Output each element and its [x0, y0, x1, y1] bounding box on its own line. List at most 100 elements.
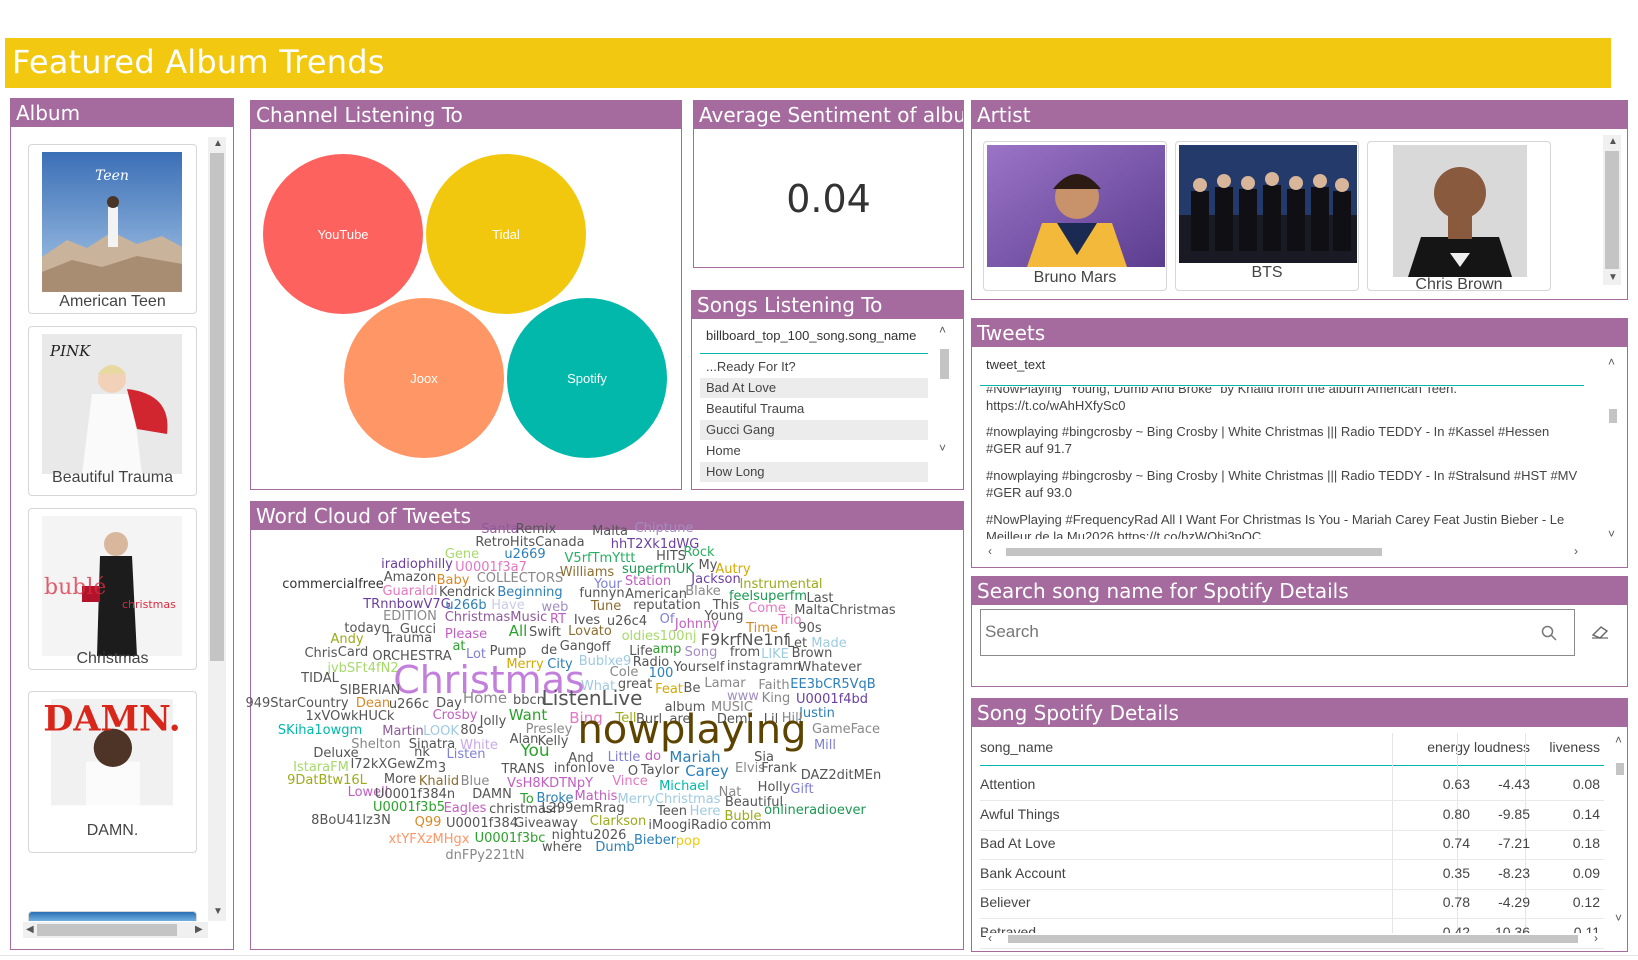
scrollbar-thumb[interactable] [210, 153, 224, 661]
column-header-liveness[interactable]: liveness [1534, 739, 1600, 755]
scroll-right-icon[interactable]: ▶ [195, 925, 203, 935]
table-cell-loudness[interactable]: -7.21 [1464, 835, 1530, 851]
scrollbar-thumb[interactable] [940, 349, 949, 379]
album-card-beautiful-trauma[interactable]: PINK Beautiful Trauma [28, 326, 197, 496]
artist-panel: Artist Bruno Mars BTS Chris Brown ▲ ▼ [971, 100, 1628, 300]
scroll-left-icon[interactable]: ‹ [988, 932, 992, 944]
album-card-next[interactable] [28, 911, 197, 921]
scroll-right-icon[interactable]: › [1574, 545, 1578, 557]
scrollbar-thumb[interactable] [1605, 151, 1619, 269]
row-divider [980, 888, 1604, 890]
wordcloud-panel: Word Cloud of Tweets [250, 501, 964, 950]
scroll-down-icon[interactable]: ▼ [1608, 273, 1618, 283]
scroll-down-icon[interactable]: ▼ [213, 907, 223, 917]
song-list-item[interactable]: Home [700, 441, 928, 461]
tweets-list: #NowPlaying "Young, Dumb And Broke" by K… [972, 387, 1592, 539]
svg-text:Teen: Teen [95, 168, 129, 184]
artist-card-bts[interactable]: BTS [1175, 141, 1359, 291]
songs-vertical-scrollbar[interactable]: ˄ ˅ [937, 324, 951, 461]
artist-card-chris-brown[interactable]: Chris Brown [1367, 141, 1551, 293]
search-icon[interactable] [1541, 625, 1557, 641]
tweets-vertical-scrollbar[interactable]: ˄ ˅ [1605, 353, 1621, 543]
details-vertical-scrollbar[interactable]: ˄ ˅ [1613, 733, 1627, 928]
songs-panel: Songs Listening To billboard_top_100_son… [691, 290, 964, 490]
tweets-header-underline [980, 385, 1584, 386]
artist-vertical-scrollbar[interactable]: ▲ ▼ [1603, 135, 1621, 285]
scrollbar-thumb[interactable] [1609, 409, 1617, 423]
scroll-left-icon[interactable]: ◀ [26, 925, 34, 935]
tweet-item[interactable]: #nowplaying #bingcrosby ~ Bing Crosby | … [986, 467, 1586, 501]
scroll-down-icon[interactable]: ˅ [1608, 528, 1615, 540]
channel-bubble-tidal[interactable]: Tidal [426, 154, 586, 314]
table-cell-liveness[interactable]: 0.12 [1534, 894, 1600, 910]
album-vertical-scrollbar[interactable]: ▲ ▼ [208, 137, 226, 921]
scroll-left-icon[interactable]: ‹ [988, 545, 992, 557]
tweet-item[interactable]: #NowPlaying #FrequencyRad All I Want For… [986, 511, 1586, 539]
tweets-horizontal-scrollbar[interactable]: ‹ › [986, 545, 1586, 559]
album-card-american-teen[interactable]: Teen American Teen [28, 144, 197, 314]
channel-panel-title: Channel Listening To [251, 101, 681, 129]
album-horizontal-scrollbar[interactable]: ◀ ▶ [23, 922, 208, 938]
scrollbar-thumb[interactable] [1008, 935, 1578, 943]
song-list-item[interactable]: Beautiful Trauma [700, 399, 928, 419]
scroll-up-icon[interactable]: ▲ [1608, 137, 1618, 147]
column-header-energy[interactable]: energy [1412, 739, 1470, 755]
scrollbar-thumb[interactable] [37, 924, 177, 936]
tweet-item[interactable]: #nowplaying #bingcrosby ~ Bing Crosby | … [986, 423, 1586, 457]
scroll-up-icon[interactable]: ˄ [1608, 356, 1615, 368]
channel-bubble-spotify[interactable]: Spotify [507, 298, 667, 458]
scroll-down-icon[interactable]: ˅ [939, 442, 946, 454]
eraser-icon[interactable] [1591, 625, 1609, 639]
album-label: Christmas [76, 650, 149, 667]
tweet-item[interactable]: #NowPlaying "Young, Dumb And Broke" by K… [986, 387, 1586, 414]
song-list-item[interactable]: Bad At Love [700, 378, 928, 398]
channel-bubble-youtube[interactable]: YouTube [263, 154, 423, 314]
album-cover-beautiful-trauma: PINK [42, 334, 182, 474]
table-cell-song-name[interactable]: Attention [980, 776, 1380, 792]
table-cell-liveness[interactable]: 0.18 [1534, 835, 1600, 851]
channel-bubble-joox[interactable]: Joox [344, 298, 504, 458]
search-panel-title: Search song name for Spotify Details [972, 577, 1627, 605]
sentiment-panel: Average Sentiment of album 0.04 [693, 100, 964, 268]
scroll-right-icon[interactable]: › [1594, 932, 1598, 944]
column-header-loudness[interactable]: loudness [1464, 739, 1530, 755]
search-input[interactable] [985, 618, 1505, 646]
songs-column-header[interactable]: billboard_top_100_song.song_name [706, 328, 916, 343]
scroll-down-icon[interactable]: ˅ [1615, 912, 1622, 924]
scrollbar-thumb[interactable] [1006, 548, 1382, 556]
table-cell-loudness[interactable]: -8.23 [1464, 865, 1530, 881]
table-cell-song-name[interactable]: Bank Account [980, 865, 1380, 881]
table-cell-song-name[interactable]: Awful Things [980, 806, 1380, 822]
scroll-up-icon[interactable]: ▲ [213, 139, 223, 149]
artist-photo-bruno-mars [987, 145, 1165, 267]
table-cell-loudness[interactable]: -4.43 [1464, 776, 1530, 792]
scroll-up-icon[interactable]: ˄ [1615, 734, 1622, 746]
tweets-column-header[interactable]: tweet_text [986, 357, 1045, 372]
column-header-song-name[interactable]: song_name [980, 739, 1380, 755]
artist-card-bruno-mars[interactable]: Bruno Mars [983, 141, 1167, 291]
table-cell-song-name[interactable]: Believer [980, 894, 1380, 910]
album-card-damn[interactable]: DAMN. DAMN. [28, 691, 197, 853]
scroll-up-icon[interactable]: ˄ [939, 324, 946, 336]
table-cell-energy[interactable]: 0.35 [1412, 865, 1470, 881]
table-cell-liveness[interactable]: 0.14 [1534, 806, 1600, 822]
song-list-item[interactable]: How Long [700, 462, 928, 482]
song-list-item[interactable]: Gucci Gang [700, 420, 928, 440]
table-cell-song-name[interactable]: Bad At Love [980, 835, 1380, 851]
details-horizontal-scrollbar[interactable]: ‹ › [986, 932, 1606, 945]
table-cell-energy[interactable]: 0.80 [1412, 806, 1470, 822]
song-list-item[interactable]: ...Ready For It? [700, 357, 928, 377]
search-box[interactable] [980, 609, 1575, 656]
table-cell-loudness[interactable]: -4.29 [1464, 894, 1530, 910]
album-label: DAMN. [86, 822, 139, 839]
scrollbar-thumb[interactable] [1616, 763, 1624, 775]
svg-text:bublé: bublé [44, 575, 106, 600]
album-card-christmas[interactable]: bublé christmas Christmas [28, 508, 197, 670]
table-cell-liveness[interactable]: 0.08 [1534, 776, 1600, 792]
table-cell-liveness[interactable]: 0.09 [1534, 865, 1600, 881]
table-cell-energy[interactable]: 0.63 [1412, 776, 1470, 792]
table-cell-energy[interactable]: 0.74 [1412, 835, 1470, 851]
table-cell-loudness[interactable]: -9.85 [1464, 806, 1530, 822]
details-panel-title: Song Spotify Details [972, 699, 1627, 727]
table-cell-energy[interactable]: 0.78 [1412, 894, 1470, 910]
